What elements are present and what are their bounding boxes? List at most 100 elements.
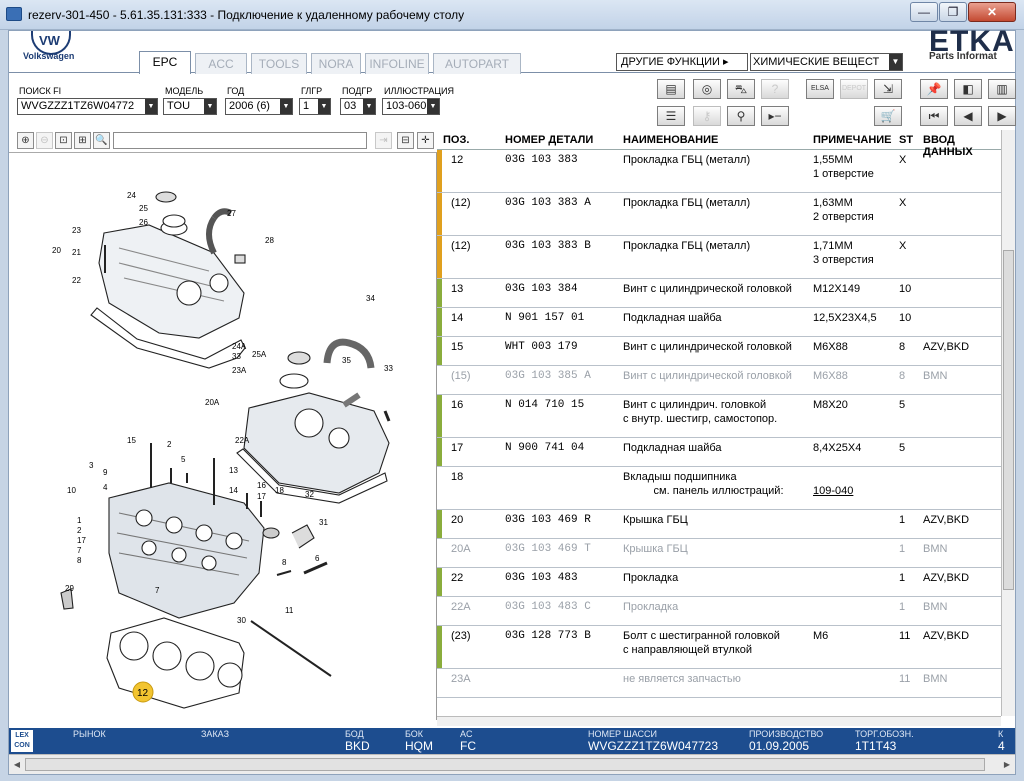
cell-part-no: 03G 103 469 R (505, 514, 591, 526)
svg-text:16: 16 (257, 481, 266, 490)
header-part-no[interactable]: НОМЕР ДЕТАЛИ (505, 134, 593, 146)
table-row[interactable]: 20A 03G 103 469 T Крышка ГБЦ 1 BMN (437, 539, 1001, 568)
zoom-in-icon[interactable]: ⊕ (17, 132, 34, 149)
tab-epc[interactable]: EPC (139, 51, 191, 74)
table-row[interactable]: 22A 03G 103 483 C Прокладка 1 BMN (437, 597, 1001, 626)
status-bar-marker (437, 510, 442, 538)
table-row[interactable]: 14 N 901 157 01 Подкладная шайба 12,5X23X4,… (437, 308, 1001, 337)
illustration-panel[interactable]: 24 25 26 27 28 23 21 20 22 34 24A 33 25A 23A 35 33… (9, 152, 437, 720)
car-search-icon[interactable]: ⛍ (727, 79, 755, 99)
key-icon[interactable]: ⚷ (693, 106, 721, 126)
next-icon[interactable]: ▶ (988, 106, 1016, 126)
elsa-icon[interactable]: ELSA (806, 79, 834, 99)
table-row[interactable]: 13 03G 103 384 Винт с цилиндрической голов… (437, 279, 1001, 308)
table-row[interactable]: (23) 03G 128 773 B Болт с шестигранной гол… (437, 626, 1001, 669)
cell-st: 1 (899, 601, 906, 613)
illustration-link[interactable]: 109-040 (813, 484, 853, 498)
play-dash-icon[interactable]: ▸− (761, 106, 789, 126)
svg-text:20A: 20A (205, 398, 220, 407)
svg-text:15: 15 (127, 436, 136, 445)
table-horizontal-scrollbar[interactable] (437, 716, 1001, 726)
table-row[interactable]: 18 Вкладыш подшипника см. панель иллюстра… (437, 467, 1001, 510)
sub-group-select[interactable]: 03 ▼ (340, 98, 376, 115)
tab-acc[interactable]: ACC (195, 53, 247, 74)
svg-text:30: 30 (237, 616, 246, 625)
cart-icon[interactable]: 🛒 (874, 106, 902, 126)
table-row[interactable]: (12) 03G 103 383 B Прокладка ГБЦ (металл) 1… (437, 236, 1001, 279)
page-icon[interactable]: ▥ (988, 79, 1016, 99)
prev-icon[interactable]: ◀ (954, 106, 982, 126)
table-row[interactable]: 23A не является запчастью 11 BMN (437, 669, 1001, 698)
status-bar-marker (437, 193, 442, 235)
header-st[interactable]: ST (899, 134, 913, 146)
window-horizontal-scrollbar[interactable]: ◀ ▶ (9, 754, 1015, 774)
close-button[interactable]: ✕ (968, 2, 1016, 22)
cell-pos: 12 (451, 154, 464, 166)
cylinder-head-illustration: 242526 2728 232120 2234 24A33 25A 23A3533… (52, 191, 393, 709)
tab-infoline[interactable]: INFOLINE (365, 53, 429, 74)
status-bar-marker (437, 597, 442, 625)
pin-icon[interactable]: 📌 (920, 79, 948, 99)
cell-name: Вкладыш подшипника (623, 471, 737, 483)
expand-icon[interactable]: ✛ (417, 132, 434, 149)
title-bar[interactable]: rezerv-301-450 - 5.61.35.131:333 - Подкл… (0, 0, 1024, 30)
scroll-thumb[interactable] (25, 758, 985, 771)
illustration-search-input[interactable] (113, 132, 367, 149)
table-row[interactable]: 15 WHT 003 179 Винт с цилиндрической голов… (437, 337, 1001, 366)
cell-note: 1,63MM (813, 197, 853, 209)
table-row[interactable]: 16 N 014 710 15 Винт с цилиндрич. головкой… (437, 395, 1001, 438)
cell-pos: 15 (451, 341, 464, 353)
year-select[interactable]: 2006 (6) ▼ (225, 98, 293, 115)
magnifier-icon[interactable]: 🔍 (93, 132, 110, 149)
maximize-button[interactable]: ❐ (939, 2, 967, 22)
split-view-icon[interactable]: ⊟ (397, 132, 414, 149)
model-select[interactable]: TOU ▼ (163, 98, 217, 115)
other-functions-button[interactable]: ДРУГИЕ ФУНКЦИИ ▸ (616, 53, 748, 71)
zoom-fit-icon[interactable]: ⊡ (55, 132, 72, 149)
header-name[interactable]: НАИМЕНОВАНИЕ (623, 134, 718, 146)
trade-label: ТОРГ.ОБОЗН. (855, 729, 914, 739)
svg-text:26: 26 (139, 218, 148, 227)
cell-input: BMN (923, 543, 948, 555)
first-icon[interactable]: ⏮ (920, 106, 948, 126)
prev-page-icon[interactable]: ◧ (954, 79, 982, 99)
zoom-out-icon[interactable]: ⊖ (36, 132, 53, 149)
main-group-select[interactable]: 1 ▼ (299, 98, 331, 115)
table-row[interactable]: 12 03G 103 383 Прокладка ГБЦ (металл) 1,55M… (437, 150, 1001, 193)
chemicals-select[interactable]: ХИМИЧЕСКИЕ ВЕЩЕСТ ▼ (750, 53, 903, 71)
header-note[interactable]: ПРИМЕЧАНИЕ (813, 134, 892, 146)
tab-tools[interactable]: TOOLS (251, 53, 307, 74)
cart-arrow-icon[interactable]: ⇲ (874, 79, 902, 99)
scroll-right-icon[interactable]: ▶ (1000, 758, 1014, 771)
minimize-button[interactable]: — (910, 2, 938, 22)
header-pos[interactable]: ПОЗ. (443, 134, 469, 146)
depot-icon[interactable]: DEPOT (840, 79, 868, 99)
tab-nora[interactable]: NORA (311, 53, 361, 74)
bod-value: BKD (345, 739, 370, 753)
cell-note: M12X149 (813, 283, 861, 295)
transfer-icon[interactable]: ⇥ (375, 132, 392, 149)
tab-autopart[interactable]: AUTOPART (433, 53, 521, 74)
bicycle-icon[interactable]: ⚲ (727, 106, 755, 126)
unknown-part-icon[interactable]: ? (761, 79, 789, 99)
cell-name: Винт с цилиндрич. головкой (623, 399, 767, 411)
market-label: РЫНОК (73, 729, 106, 739)
cell-part-no: 03G 103 483 (505, 572, 578, 584)
cell-name: Болт с шестигранной головкой (623, 630, 780, 642)
table-row[interactable]: 20 03G 103 469 R Крышка ГБЦ 1 AZV,BKD (437, 510, 1001, 539)
table-vertical-scrollbar[interactable] (1001, 130, 1015, 716)
search-fi-input[interactable]: WVGZZZ1TZ6W04772 ▼ (17, 98, 158, 115)
disc-icon[interactable]: ◎ (693, 79, 721, 99)
table-row[interactable]: 22 03G 103 483 Прокладка 1 AZV,BKD (437, 568, 1001, 597)
table-row[interactable]: (15) 03G 103 385 A Винт с цилиндрической г… (437, 366, 1001, 395)
table-row[interactable]: (12) 03G 103 383 A Прокладка ГБЦ (металл) 1… (437, 193, 1001, 236)
illustration-select[interactable]: 103-060 ▼ (382, 98, 440, 115)
zoom-toolbar: ⊕ ⊖ ⊡ ⊞ 🔍 ⇥ ⊟ ✛ (9, 130, 437, 152)
zoom-area-icon[interactable]: ⊞ (74, 132, 91, 149)
table-row[interactable]: 17 N 900 741 04 Подкладная шайба 8,4X25X4 5 (437, 438, 1001, 467)
printer-icon[interactable]: ▤ (657, 79, 685, 99)
list-icon[interactable]: ☰ (657, 106, 685, 126)
svg-text:2: 2 (77, 526, 82, 535)
scroll-left-icon[interactable]: ◀ (10, 758, 24, 771)
scroll-thumb[interactable] (1003, 250, 1014, 590)
